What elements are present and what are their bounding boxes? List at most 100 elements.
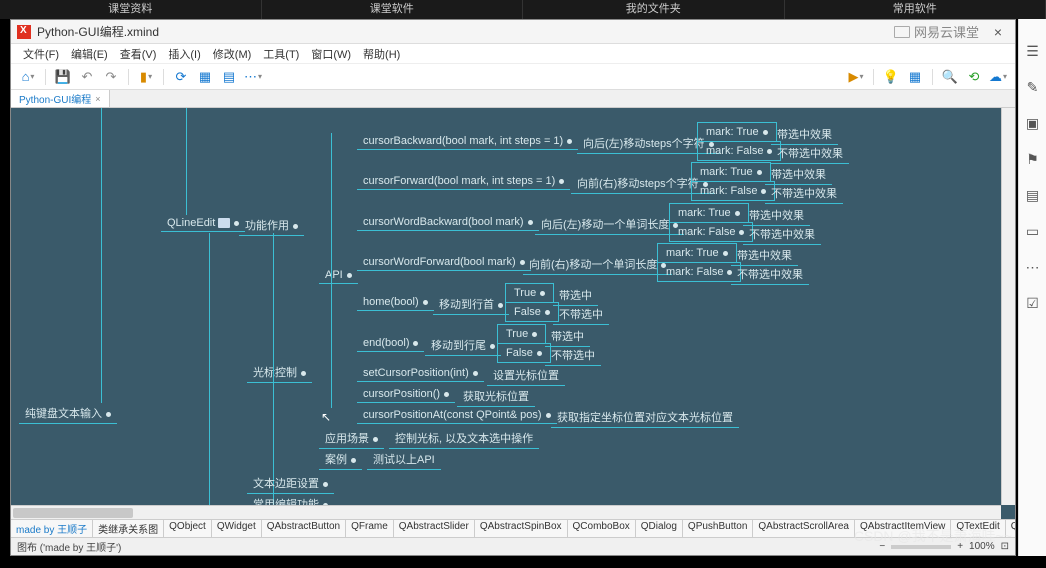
note-icon[interactable]: ▤ <box>1025 187 1041 203</box>
sheet-tab[interactable]: QListView <box>1006 520 1015 537</box>
topnav-item[interactable]: 常用软件 <box>785 0 1046 19</box>
topnav-item[interactable]: 我的文件夹 <box>523 0 785 19</box>
idea-button[interactable]: 💡 <box>880 67 902 87</box>
node-cwf-desc[interactable]: 向前(右)移动一个单词长度 <box>523 254 672 275</box>
sheet-tab[interactable]: QComboBox <box>568 520 636 537</box>
sheet-tab[interactable]: made by 王顺子 <box>11 520 93 537</box>
menu-edit[interactable]: 编辑(E) <box>65 44 114 63</box>
node-case[interactable]: 案例 <box>319 449 362 470</box>
sheet-tab[interactable]: QPushButton <box>683 520 753 537</box>
node-cpa-desc[interactable]: 获取指定坐标位置对应文本光标位置 <box>551 407 739 428</box>
sheet-tab[interactable]: QAbstractSlider <box>394 520 475 537</box>
node-false-eff[interactable]: 不带选中 <box>545 345 601 366</box>
node-mf[interactable]: mark: False <box>691 181 775 201</box>
node-end-desc[interactable]: 移动到行尾 <box>425 335 501 356</box>
sheet-tab[interactable]: 类继承关系图 <box>93 520 164 537</box>
sheet-tab[interactable]: QObject <box>164 520 212 537</box>
node-mf-eff[interactable]: 不带选中效果 <box>731 264 809 285</box>
sheet-tab[interactable]: QAbstractButton <box>262 520 346 537</box>
node-mt[interactable]: mark: True <box>697 122 777 142</box>
sheet-tab[interactable]: QAbstractItemView <box>855 520 951 537</box>
node-true[interactable]: True <box>505 283 554 303</box>
node-mf[interactable]: mark: False <box>669 222 753 242</box>
node-mf[interactable]: mark: False <box>697 141 781 161</box>
node-app-scene-desc[interactable]: 控制光标, 以及文本选中操作 <box>389 428 539 449</box>
cloud-button[interactable]: ☁ <box>987 67 1009 87</box>
node-mf-eff[interactable]: 不带选中效果 <box>771 143 849 164</box>
menu-insert[interactable]: 插入(I) <box>162 44 206 63</box>
node-end[interactable]: end(bool) <box>357 335 424 352</box>
node-mt[interactable]: mark: True <box>669 203 749 223</box>
node-cpa[interactable]: cursorPositionAt(const QPoint& pos) <box>357 407 557 424</box>
brush-icon[interactable]: ✎ <box>1025 79 1041 95</box>
image-icon[interactable]: ▣ <box>1025 115 1041 131</box>
node-true-eff[interactable]: 带选中 <box>545 326 590 347</box>
node-false[interactable]: False <box>505 302 559 322</box>
node-false[interactable]: False <box>497 343 551 363</box>
topnav-item[interactable]: 课堂软件 <box>262 0 524 19</box>
doc-tab[interactable]: Python-GUI编程 × <box>11 90 110 107</box>
horizontal-scrollbar[interactable] <box>11 505 1001 519</box>
undo-button[interactable]: ↶ <box>76 67 98 87</box>
menu-tools[interactable]: 工具(T) <box>257 44 305 63</box>
doc-tab-close[interactable]: × <box>95 94 100 104</box>
menu-view[interactable]: 查看(V) <box>114 44 163 63</box>
node-func[interactable]: 功能作用 <box>239 215 304 236</box>
node-api[interactable]: API <box>319 267 358 284</box>
topnav-item[interactable]: 课堂资料 <box>0 0 262 19</box>
flag-icon[interactable]: ⚑ <box>1025 151 1041 167</box>
zoom-out-button[interactable]: − <box>879 541 885 552</box>
page-icon[interactable]: ▭ <box>1025 223 1041 239</box>
home-button[interactable]: ⌂ <box>17 67 39 87</box>
sheet-tab[interactable]: QDialog <box>636 520 683 537</box>
refresh-button[interactable]: ⟳ <box>170 67 192 87</box>
share-button[interactable]: ⟲ <box>963 67 985 87</box>
node-scp-desc[interactable]: 设置光标位置 <box>487 365 565 386</box>
node-false-eff[interactable]: 不带选中 <box>553 304 609 325</box>
mindmap-canvas[interactable]: 纯键盘文本输入 QLineEdit 功能作用 光标控制 API cursorBa… <box>11 108 1015 519</box>
sheet-tab[interactable]: QAbstractScrollArea <box>753 520 855 537</box>
node-cwf[interactable]: cursorWordForward(bool mark) <box>357 254 531 271</box>
zoom-slider[interactable] <box>891 545 951 549</box>
node-true-eff[interactable]: 带选中 <box>553 285 598 306</box>
node-text-margin[interactable]: 文本边距设置 <box>247 473 334 494</box>
window-close-button[interactable]: × <box>987 24 1009 40</box>
sheet-tab[interactable]: QFrame <box>346 520 394 537</box>
node-cp-desc[interactable]: 获取光标位置 <box>457 386 535 407</box>
layout-button[interactable]: ▦ <box>194 67 216 87</box>
task-icon[interactable]: ☑ <box>1025 295 1041 311</box>
redo-button[interactable]: ↷ <box>100 67 122 87</box>
node-scp[interactable]: setCursorPosition(int) <box>357 365 484 382</box>
save-button[interactable]: 💾 <box>52 67 74 87</box>
node-mf-eff[interactable]: 不带选中效果 <box>743 224 821 245</box>
search-button[interactable]: 🔍 <box>939 67 961 87</box>
menu-file[interactable]: 文件(F) <box>17 44 65 63</box>
node-mt[interactable]: mark: True <box>691 162 771 182</box>
node-root[interactable]: 纯键盘文本输入 <box>19 403 117 424</box>
present-button[interactable]: ▶ <box>845 67 867 87</box>
sheet-tab[interactable]: QAbstractSpinBox <box>475 520 568 537</box>
node-cwb[interactable]: cursorWordBackward(bool mark) <box>357 214 539 231</box>
scrollbar-thumb[interactable] <box>13 508 133 518</box>
vertical-scrollbar[interactable] <box>1001 108 1015 505</box>
comment-icon[interactable]: ⋯ <box>1025 259 1041 275</box>
node-true[interactable]: True <box>497 324 546 344</box>
node-app-scene[interactable]: 应用场景 <box>319 428 384 449</box>
menu-window[interactable]: 窗口(W) <box>305 44 357 63</box>
node-cb[interactable]: cursorBackward(bool mark, int steps = 1) <box>357 133 578 150</box>
outline-icon[interactable]: ☰ <box>1025 43 1041 59</box>
sheet-tab[interactable]: QTextEdit <box>951 520 1005 537</box>
node-home-desc[interactable]: 移动到行首 <box>433 294 509 315</box>
fit-button[interactable]: ⊡ <box>1001 541 1009 552</box>
node-cf[interactable]: cursorForward(bool mark, int steps = 1) <box>357 173 570 190</box>
node-cwb-desc[interactable]: 向后(左)移动一个单词长度 <box>535 214 684 235</box>
node-case-desc[interactable]: 测试以上API <box>367 449 441 470</box>
sheet-tab[interactable]: QWidget <box>212 520 262 537</box>
zoom-in-button[interactable]: + <box>957 541 963 552</box>
panel-button[interactable]: ▦ <box>904 67 926 87</box>
node-cursor-ctrl[interactable]: 光标控制 <box>247 362 312 383</box>
sheet-button[interactable]: ▤ <box>218 67 240 87</box>
node-home[interactable]: home(bool) <box>357 294 434 311</box>
menu-modify[interactable]: 修改(M) <box>207 44 258 63</box>
menu-help[interactable]: 帮助(H) <box>357 44 406 63</box>
